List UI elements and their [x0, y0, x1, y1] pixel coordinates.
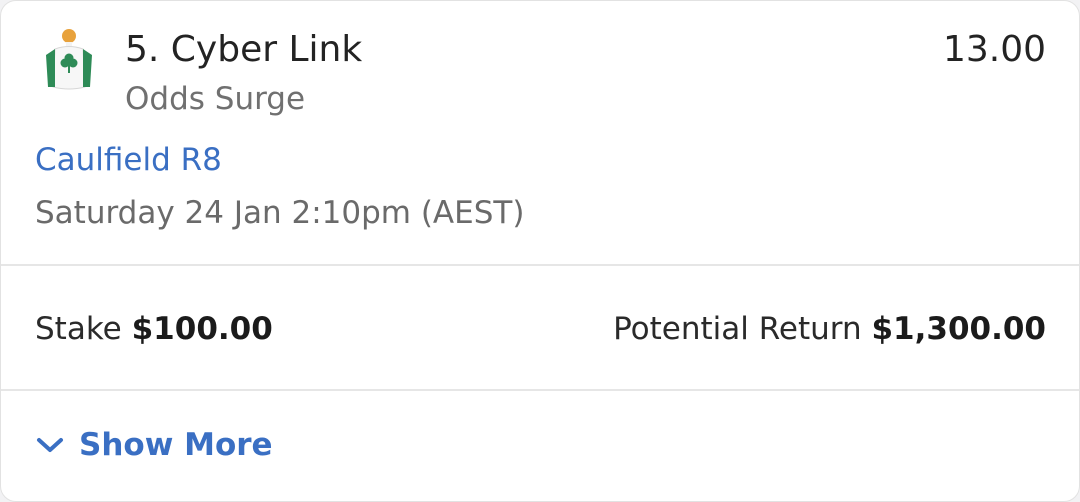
- potential-return-row: Potential Return $1,300.00: [613, 309, 1046, 349]
- stake-label: Stake: [35, 311, 122, 347]
- odds-value: 13.00: [942, 29, 1046, 70]
- stake-value: $100.00: [131, 311, 273, 347]
- show-more-label: Show More: [79, 427, 273, 463]
- potential-return-value: $1,300.00: [871, 311, 1046, 347]
- show-more-button[interactable]: Show More: [35, 425, 273, 465]
- runner-name: 5. Cyber Link: [125, 29, 363, 70]
- divider: [1, 389, 1079, 391]
- race-datetime: Saturday 24 Jan 2:10pm (AEST): [35, 195, 525, 231]
- race-venue-link[interactable]: Caulfield R8: [35, 140, 222, 180]
- stake-row: Stake $100.00: [35, 309, 273, 349]
- potential-return-label: Potential Return: [613, 311, 862, 347]
- runner-subtitle: Odds Surge: [125, 81, 306, 117]
- bet-card: 5. Cyber Link 13.00 Odds Surge Caulfield…: [0, 0, 1080, 502]
- divider: [1, 264, 1079, 266]
- jockey-silks-icon: [46, 29, 92, 90]
- chevron-down-icon: [37, 438, 63, 452]
